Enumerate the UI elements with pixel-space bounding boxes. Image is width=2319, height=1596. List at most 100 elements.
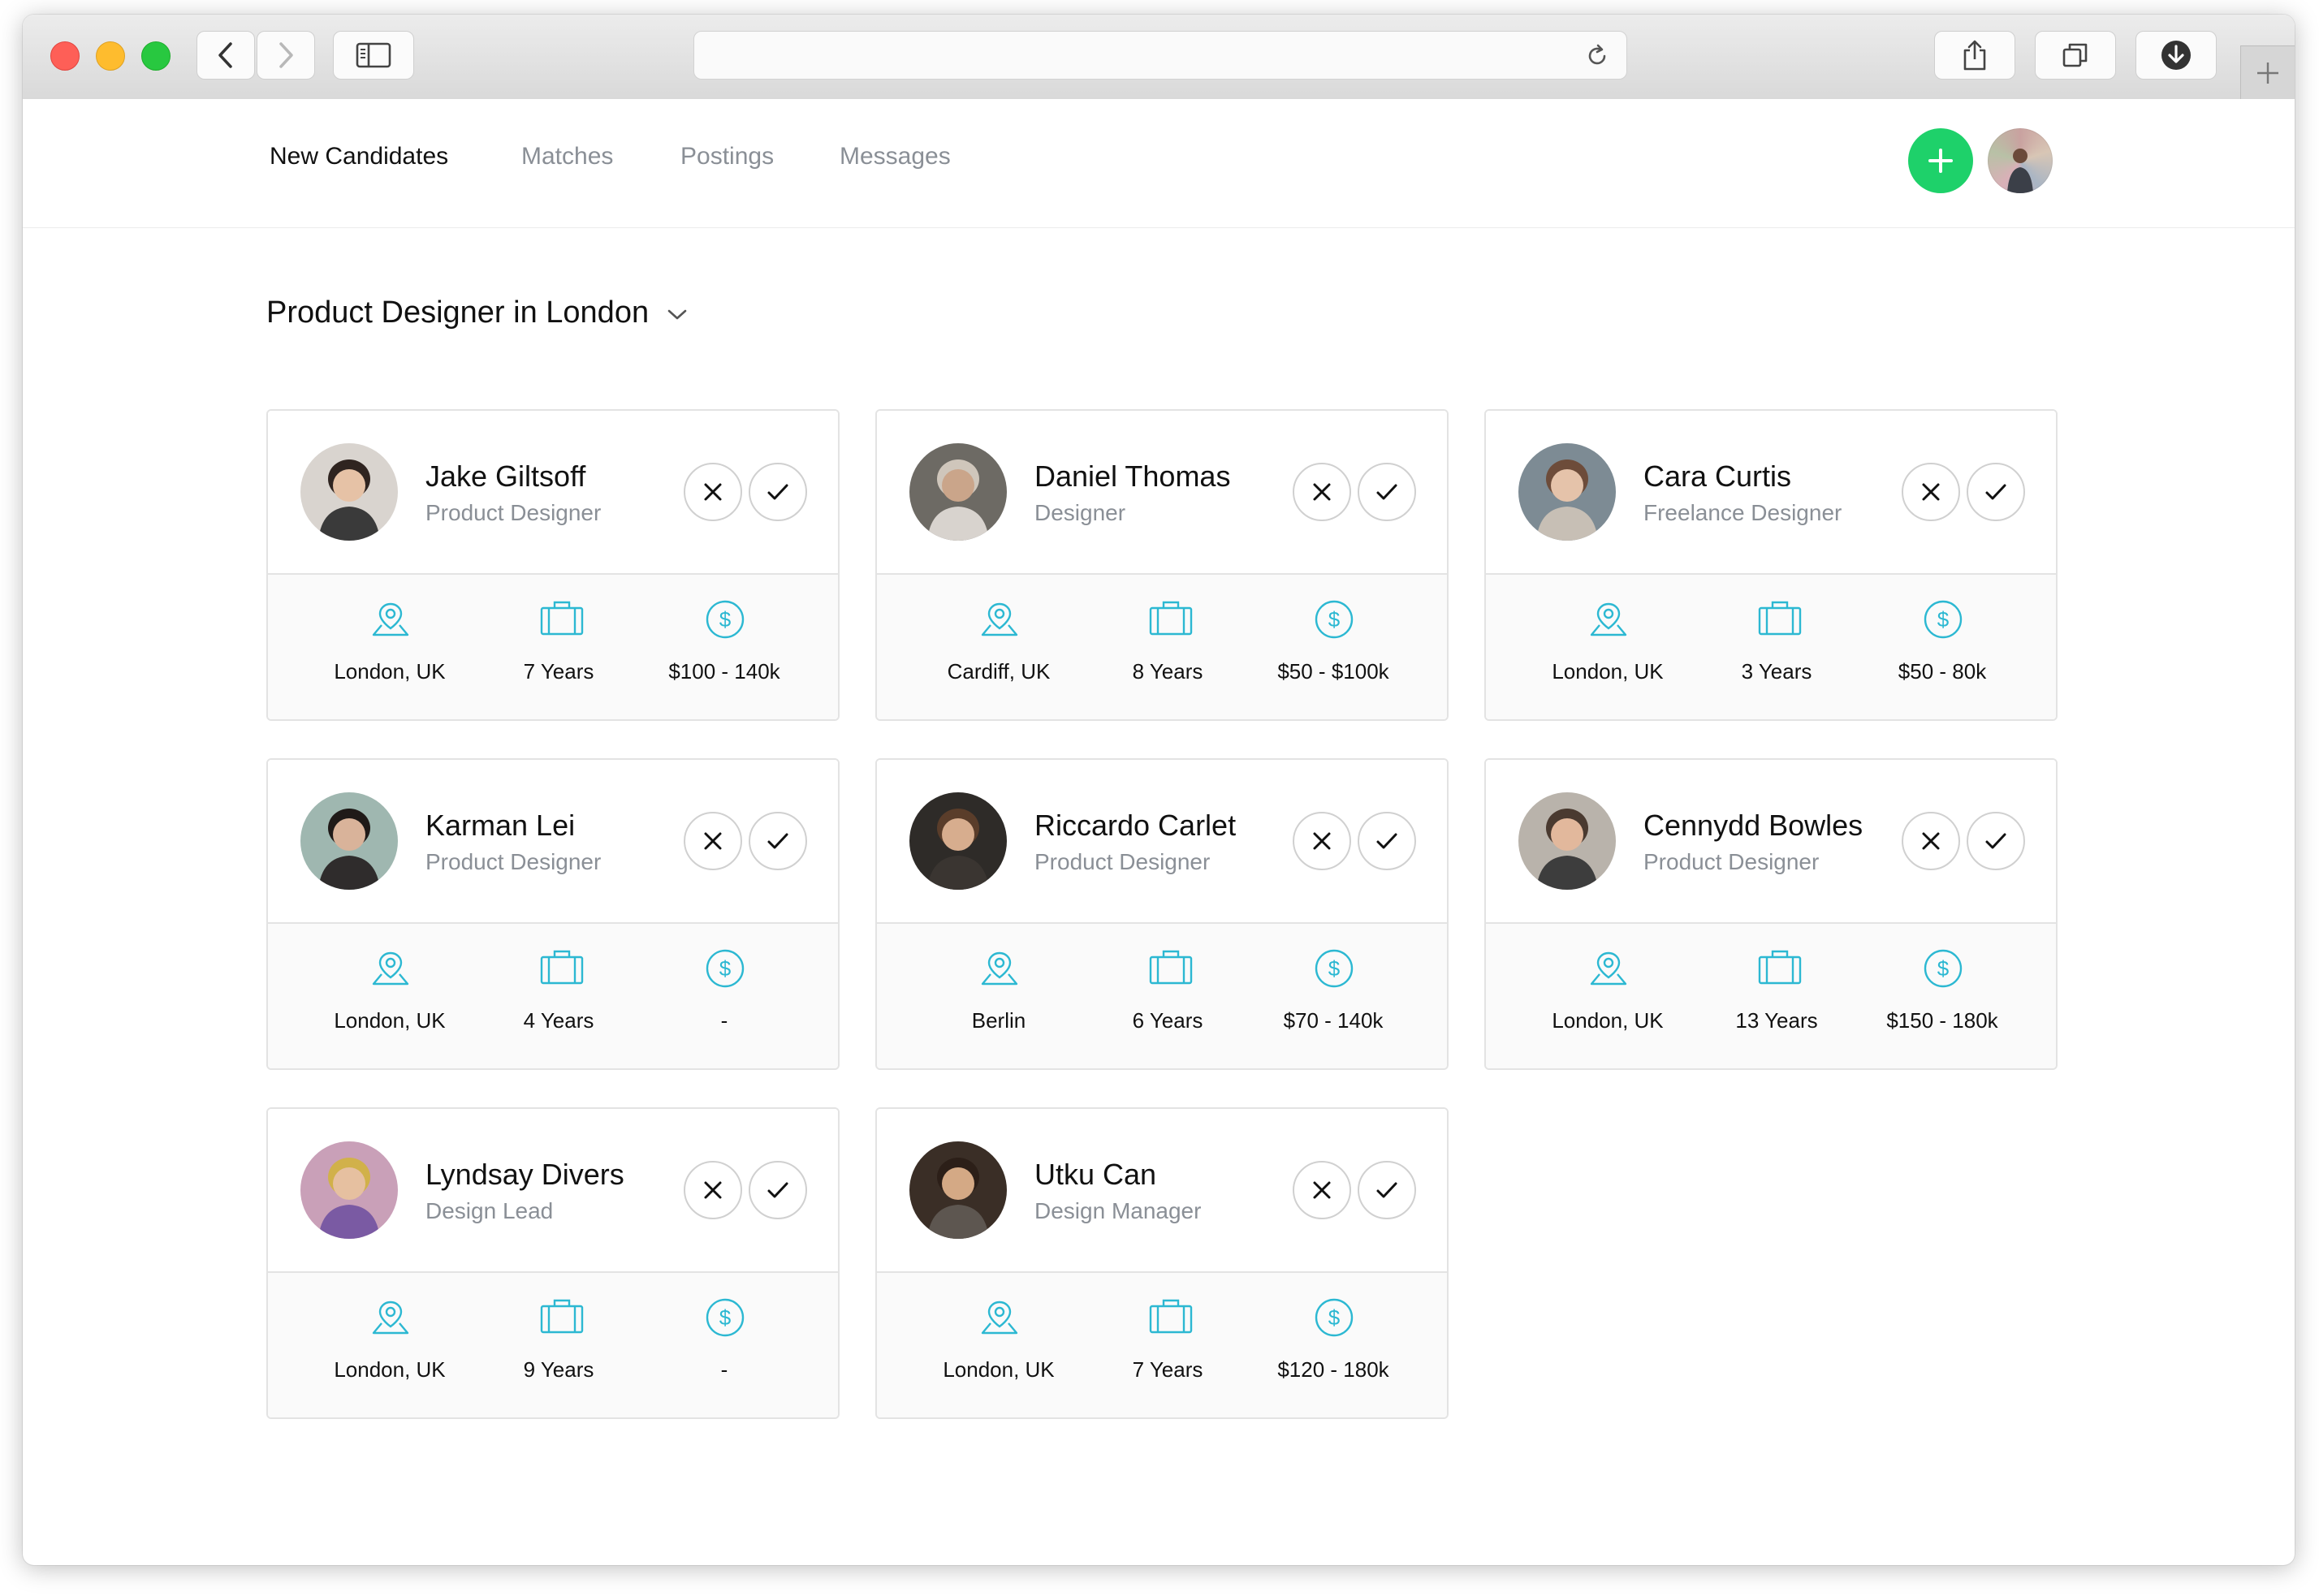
posting-selector[interactable]: Product Designer in London bbox=[266, 295, 688, 330]
stat-experience: 7 Years bbox=[469, 575, 648, 719]
candidate-name: Karman Lei bbox=[425, 809, 576, 842]
user-avatar[interactable] bbox=[1988, 128, 2053, 193]
address-bar[interactable] bbox=[693, 31, 1627, 80]
candidate-name: Daniel Thomas bbox=[1034, 459, 1231, 493]
check-icon bbox=[1376, 484, 1397, 500]
stat-experience: 8 Years bbox=[1078, 575, 1257, 719]
back-button[interactable] bbox=[196, 31, 255, 80]
candidate-stats: Berlin 6 Years $ $70 - 140k bbox=[877, 924, 1447, 1068]
accept-button[interactable] bbox=[1358, 1161, 1416, 1219]
tabs-icon bbox=[2062, 43, 2088, 67]
candidate-role: Product Designer bbox=[425, 500, 602, 525]
accept-button[interactable] bbox=[1358, 463, 1416, 521]
tab-messages[interactable]: Messages bbox=[840, 143, 951, 170]
stat-salary: $ $50 - $100k bbox=[1244, 575, 1423, 719]
sidebar-toggle-button[interactable] bbox=[333, 31, 414, 80]
map-pin-icon bbox=[981, 602, 1018, 636]
plus-icon bbox=[2257, 63, 2278, 84]
reject-button[interactable] bbox=[684, 1161, 742, 1219]
stat-experience: 6 Years bbox=[1078, 924, 1257, 1068]
downloads-button[interactable] bbox=[2135, 31, 2217, 80]
close-window-button[interactable] bbox=[50, 41, 80, 71]
dollar-icon: $ bbox=[706, 949, 745, 988]
candidate-card[interactable]: Cara Curtis Freelance Designer London, U… bbox=[1484, 409, 2058, 721]
close-icon bbox=[1313, 1181, 1331, 1199]
location-value: Cardiff, UK bbox=[947, 659, 1051, 684]
experience-value: 7 Years bbox=[523, 659, 594, 684]
share-button[interactable] bbox=[1934, 31, 2015, 80]
stat-location: London, UK bbox=[300, 575, 479, 719]
forward-button[interactable] bbox=[257, 31, 315, 80]
close-icon bbox=[704, 1181, 722, 1199]
tabs-overview-button[interactable] bbox=[2035, 31, 2116, 80]
stat-location: London, UK bbox=[300, 924, 479, 1068]
accept-button[interactable] bbox=[749, 812, 807, 870]
dollar-icon: $ bbox=[1315, 600, 1354, 639]
reject-button[interactable] bbox=[1902, 812, 1960, 870]
salary-value: $150 - 180k bbox=[1886, 1008, 1998, 1033]
location-value: London, UK bbox=[1552, 1008, 1664, 1033]
new-tab-button[interactable] bbox=[2240, 45, 2295, 100]
zoom-window-button[interactable] bbox=[141, 41, 171, 71]
experience-value: 9 Years bbox=[523, 1357, 594, 1382]
tab-new-candidates[interactable]: New Candidates bbox=[270, 143, 448, 170]
close-icon bbox=[1313, 483, 1331, 501]
stat-location: London, UK bbox=[300, 1273, 479, 1417]
candidate-stats: London, UK 4 Years $ - bbox=[268, 924, 838, 1068]
reload-icon[interactable] bbox=[1584, 43, 1610, 69]
avatar bbox=[1518, 443, 1616, 541]
close-icon bbox=[1922, 483, 1940, 501]
accept-button[interactable] bbox=[1967, 463, 2025, 521]
reject-button[interactable] bbox=[684, 463, 742, 521]
reject-button[interactable] bbox=[1293, 463, 1351, 521]
check-icon bbox=[1376, 1182, 1397, 1198]
minimize-window-button[interactable] bbox=[96, 41, 125, 71]
stat-location: London, UK bbox=[1518, 575, 1697, 719]
share-icon bbox=[1963, 40, 1986, 71]
candidate-card[interactable]: Lyndsay Divers Design Lead London, UK 9 … bbox=[266, 1107, 840, 1419]
stat-salary: $ $70 - 140k bbox=[1244, 924, 1423, 1068]
stat-salary: $ $100 - 140k bbox=[635, 575, 814, 719]
candidate-card[interactable]: Cennydd Bowles Product Designer London, … bbox=[1484, 758, 2058, 1070]
candidate-card[interactable]: Riccardo Carlet Product Designer Berlin bbox=[875, 758, 1449, 1070]
accept-button[interactable] bbox=[749, 1161, 807, 1219]
candidate-stats: London, UK 7 Years $ $100 - 140k bbox=[268, 575, 838, 719]
reject-button[interactable] bbox=[1293, 1161, 1351, 1219]
experience-value: 3 Years bbox=[1741, 659, 1812, 684]
accept-button[interactable] bbox=[1967, 812, 2025, 870]
candidate-card[interactable]: Karman Lei Product Designer London, UK 4… bbox=[266, 758, 840, 1070]
tab-postings[interactable]: Postings bbox=[680, 143, 774, 170]
candidate-card[interactable]: Daniel Thomas Designer Cardiff, UK 8 Yea… bbox=[875, 409, 1449, 721]
browser-toolbar bbox=[23, 15, 2295, 100]
candidate-card[interactable]: Utku Can Design Manager London, UK 7 Yea… bbox=[875, 1107, 1449, 1419]
avatar bbox=[909, 443, 1007, 541]
stat-location: Cardiff, UK bbox=[909, 575, 1088, 719]
salary-value: $50 - 80k bbox=[1898, 659, 1987, 684]
reject-button[interactable] bbox=[684, 812, 742, 870]
experience-value: 7 Years bbox=[1132, 1357, 1203, 1382]
briefcase-icon bbox=[540, 1299, 584, 1334]
location-value: London, UK bbox=[943, 1357, 1055, 1382]
avatar bbox=[909, 1141, 1007, 1239]
stat-location: London, UK bbox=[909, 1273, 1088, 1417]
accept-button[interactable] bbox=[749, 463, 807, 521]
svg-text:$: $ bbox=[719, 956, 732, 981]
reject-button[interactable] bbox=[1902, 463, 1960, 521]
candidate-card[interactable]: Jake Giltsoff Product Designer London, U… bbox=[266, 409, 840, 721]
map-pin-icon bbox=[372, 1301, 409, 1335]
dollar-icon: $ bbox=[1924, 600, 1963, 639]
accept-button[interactable] bbox=[1358, 812, 1416, 870]
map-pin-icon bbox=[1590, 602, 1627, 636]
candidate-role: Freelance Designer bbox=[1643, 500, 1842, 525]
plus-icon bbox=[1928, 149, 1953, 173]
add-posting-button[interactable] bbox=[1908, 128, 1973, 193]
page-title: Product Designer in London bbox=[266, 295, 650, 330]
dollar-icon: $ bbox=[1924, 949, 1963, 988]
avatar bbox=[1518, 792, 1616, 890]
salary-value: $70 - 140k bbox=[1283, 1008, 1384, 1033]
experience-value: 4 Years bbox=[523, 1008, 594, 1033]
avatar bbox=[909, 792, 1007, 890]
stat-experience: 3 Years bbox=[1687, 575, 1866, 719]
tab-matches[interactable]: Matches bbox=[521, 143, 613, 170]
reject-button[interactable] bbox=[1293, 812, 1351, 870]
